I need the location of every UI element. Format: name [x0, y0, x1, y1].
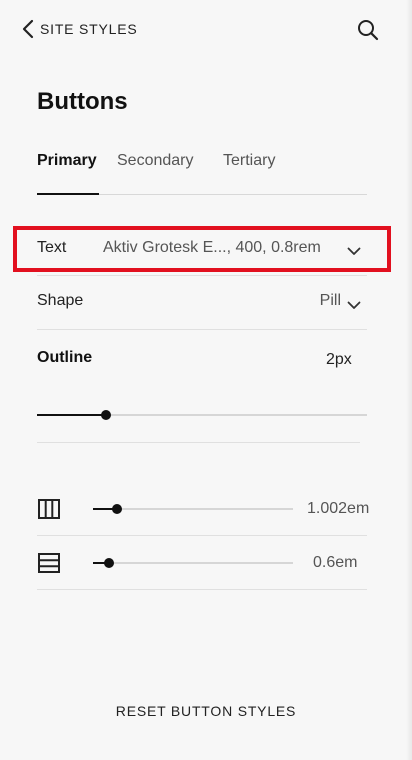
tab-primary[interactable]: Primary	[37, 150, 97, 195]
columns-icon	[38, 499, 60, 524]
search-button[interactable]	[356, 18, 380, 42]
outline-value: 2px	[326, 351, 352, 368]
shape-row-label: Shape	[37, 292, 84, 309]
text-row-label: Text	[37, 239, 67, 256]
outline-slider-fill	[37, 414, 106, 416]
divider	[37, 535, 367, 536]
vertical-padding-thumb[interactable]	[104, 558, 114, 568]
outline-label: Outline	[37, 349, 93, 366]
divider	[37, 275, 367, 276]
shape-row-value: Pill	[319, 292, 341, 309]
tab-tertiary[interactable]: Tertiary	[223, 150, 275, 195]
rows-icon	[38, 553, 60, 578]
chevron-down-icon	[347, 243, 361, 261]
tab-secondary[interactable]: Secondary	[117, 150, 194, 195]
horizontal-padding-thumb[interactable]	[112, 504, 122, 514]
shape-row[interactable]: Shape Pill	[37, 282, 367, 322]
text-row-value: Aktiv Grotesk E..., 400, 0.8rem	[103, 239, 321, 256]
back-to-site-styles-button[interactable]: SITE STYLES	[22, 16, 138, 42]
chevron-down-icon	[347, 297, 361, 315]
back-label: SITE STYLES	[40, 21, 138, 37]
chevron-left-icon	[22, 19, 34, 39]
outline-slider-thumb[interactable]	[101, 410, 111, 420]
horizontal-padding-track[interactable]	[93, 508, 293, 510]
text-style-row[interactable]: Text Aktiv Grotesk E..., 400, 0.8rem	[13, 226, 391, 272]
button-type-tabs: Primary Secondary Tertiary	[37, 150, 367, 196]
active-tab-indicator	[37, 193, 99, 195]
divider	[37, 329, 367, 330]
site-styles-panel: SITE STYLES Buttons Primary Secondary Te…	[0, 0, 412, 760]
search-icon	[356, 20, 380, 46]
page-title: Buttons	[37, 88, 128, 115]
reset-button-styles-button[interactable]: RESET BUTTON STYLES	[0, 703, 412, 719]
divider	[37, 589, 367, 590]
vertical-padding-value: 0.6em	[313, 554, 358, 571]
divider	[37, 442, 360, 443]
panel-edge-shadow	[406, 0, 412, 760]
horizontal-padding-value: 1.002em	[307, 500, 370, 517]
vertical-padding-track[interactable]	[93, 562, 293, 564]
